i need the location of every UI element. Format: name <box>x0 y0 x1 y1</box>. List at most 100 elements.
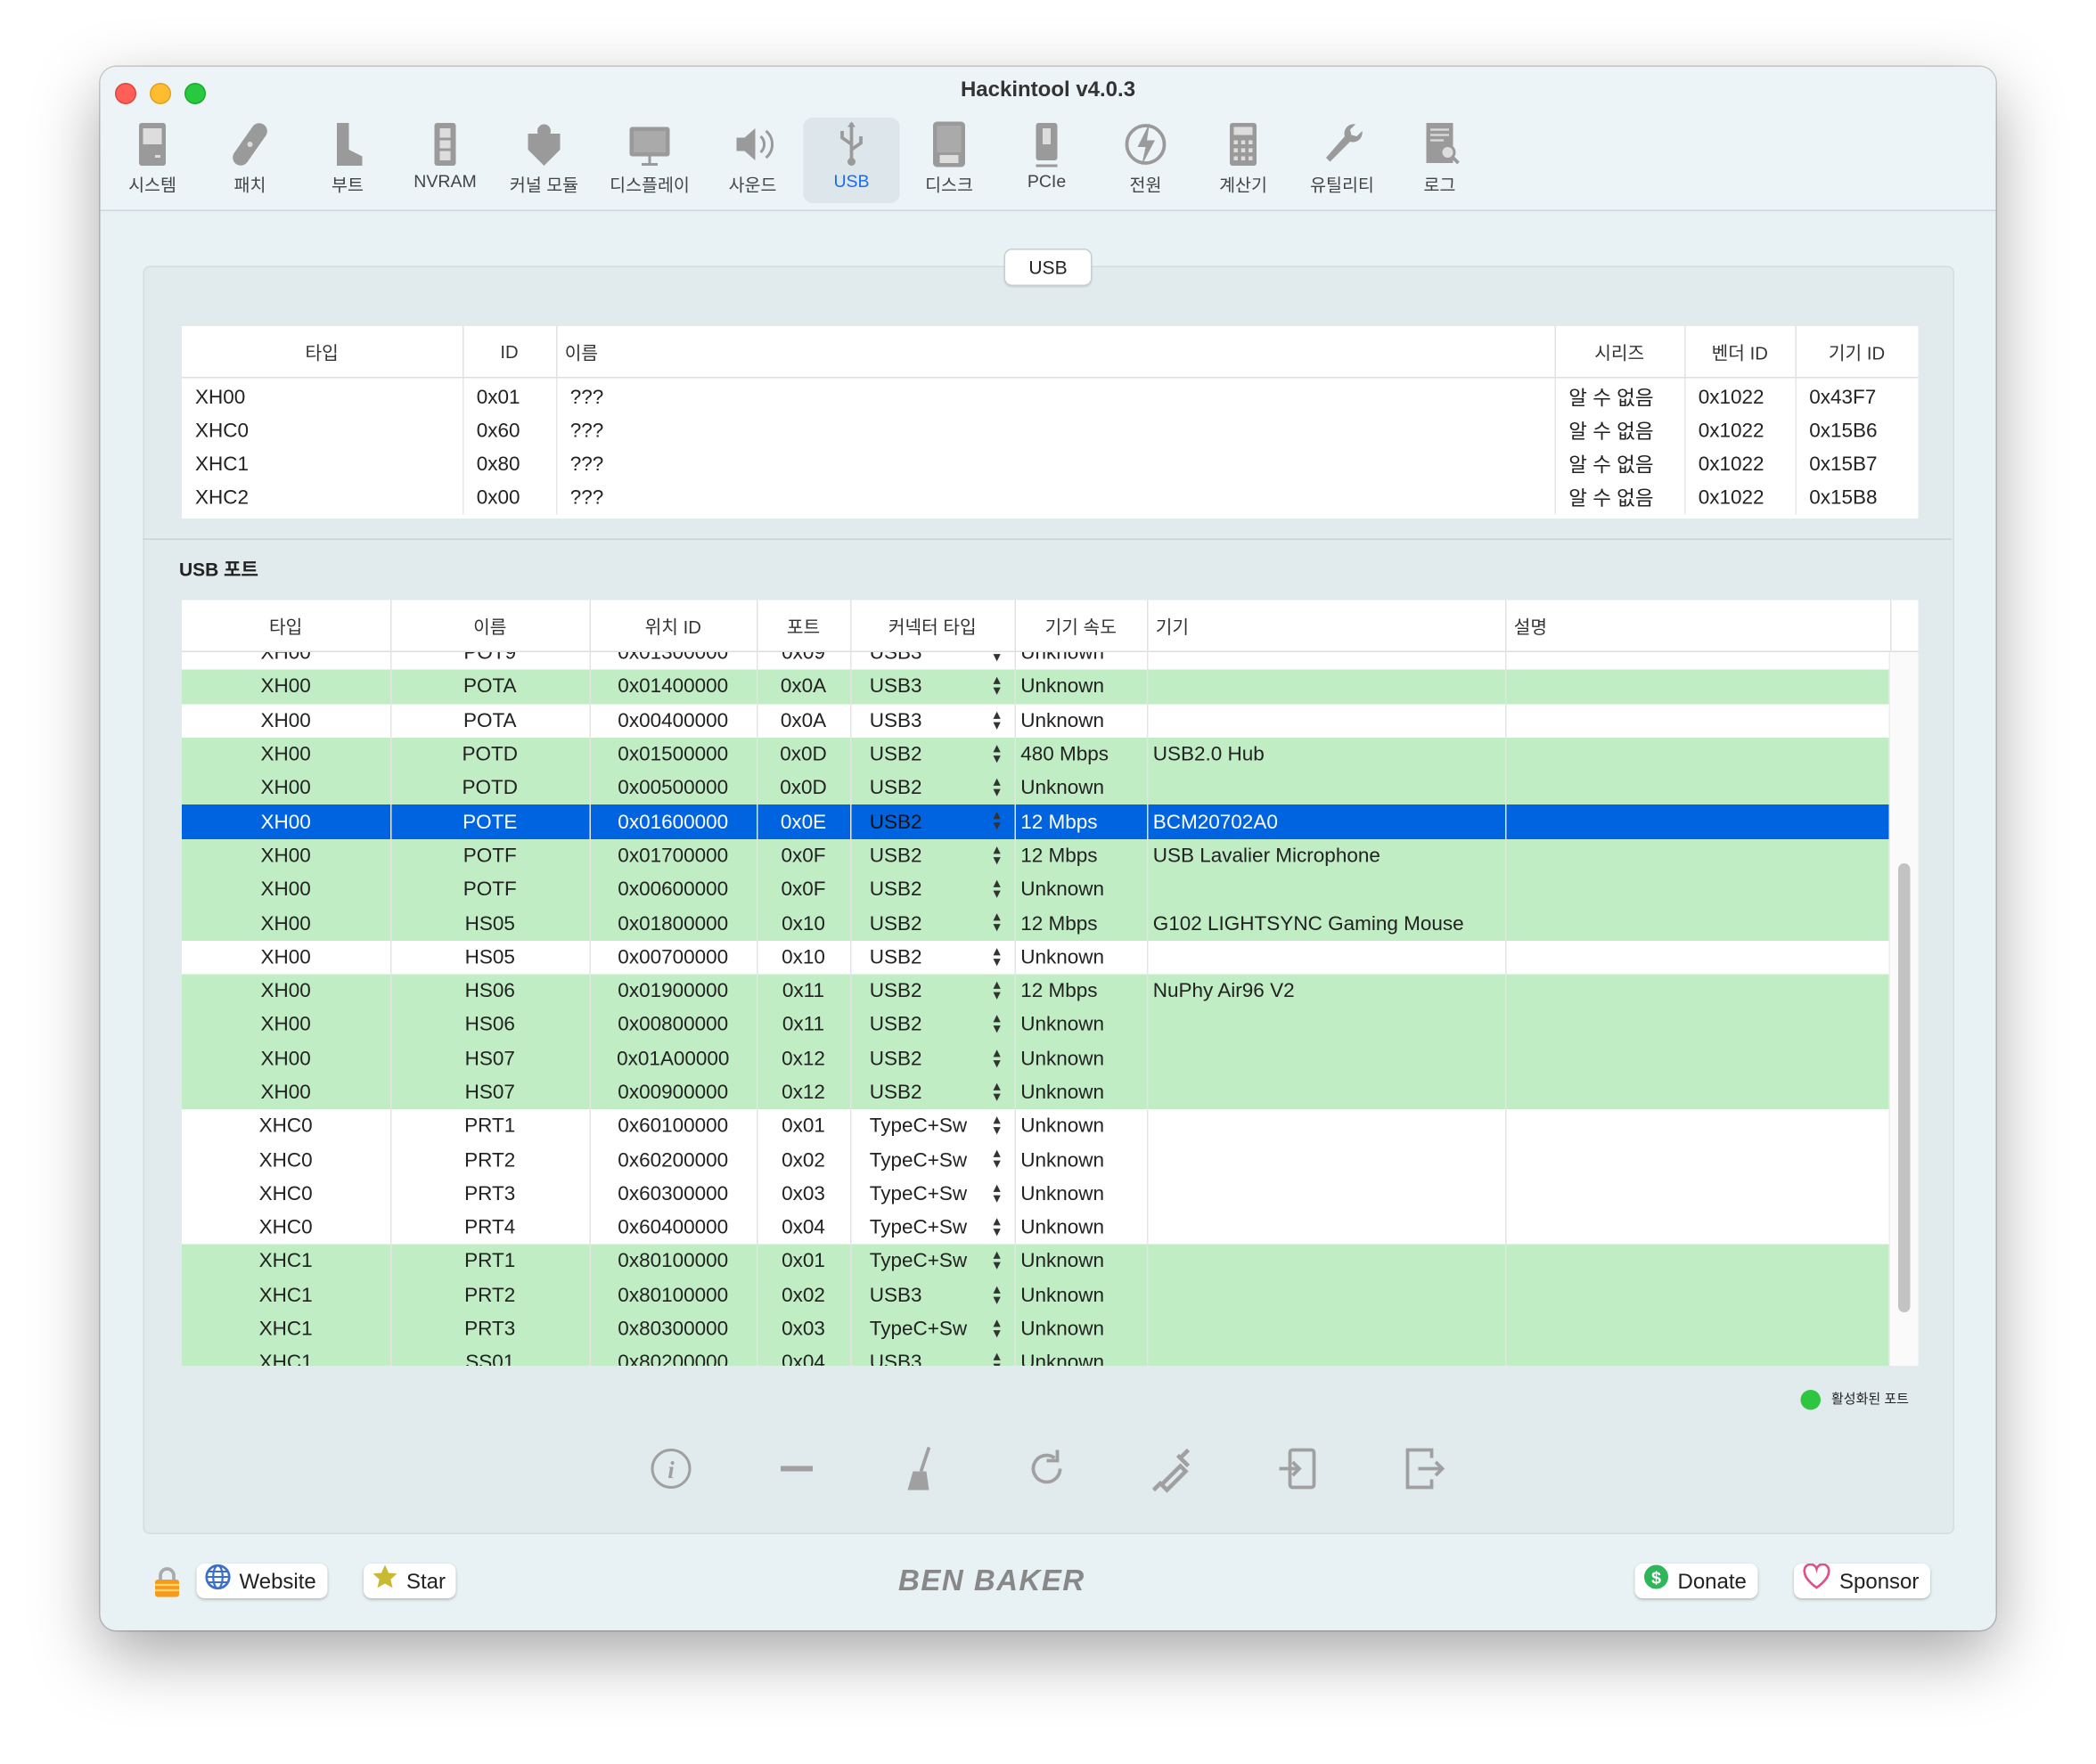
column-header[interactable]: 시리즈 <box>1554 326 1685 378</box>
port-row[interactable]: XHC0 PRT3 0x60300000 0x03 TypeC+Sw ▴ ▾ Unknown <box>182 1177 1891 1212</box>
connector-type-select[interactable]: USB2 ▴ ▾ <box>850 804 1016 839</box>
connector-type-select[interactable]: TypeC+Sw ▴ ▾ <box>850 1143 1016 1178</box>
connector-type-select[interactable]: TypeC+Sw ▴ ▾ <box>850 1177 1016 1212</box>
port-row[interactable]: XH00 POTA 0x01400000 0x0A USB3 ▴ ▾ Unknown <box>182 669 1891 704</box>
connector-type-select[interactable]: USB3 ▴▾ <box>850 703 1016 738</box>
port-row[interactable]: XHC0 PRT4 0x60400000 0x04 TypeC+Sw ▴ ▾ Unknown <box>182 1211 1891 1245</box>
column-header[interactable]: 기기 <box>1147 600 1506 652</box>
divider <box>143 538 1952 540</box>
port-row[interactable]: XHC1 PRT3 0x80300000 0x03 TypeC+Sw ▴ ▾ Unknown <box>182 1311 1891 1346</box>
port-row[interactable]: XH00 POTF 0x00600000 0x0F USB2 ▴ ▾ Unknown <box>182 872 1891 907</box>
toolbar-item-power[interactable]: 전원 <box>1098 118 1194 203</box>
connector-type-select[interactable]: USB3 ▴▾ <box>850 1278 1016 1312</box>
bandage-icon <box>233 123 267 166</box>
port-row[interactable]: XH00 POTE 0x01600000 0x0E USB2 ▴ ▾ 12 Mbps BCM20… <box>182 804 1891 839</box>
toolbar-item-pcie[interactable]: PCIe <box>999 118 1095 203</box>
import-button[interactable] <box>1274 1445 1322 1493</box>
toolbar-item-boot[interactable]: 부트 <box>299 118 396 203</box>
column-header[interactable]: 설명 <box>1505 600 1891 652</box>
table-cell <box>1505 1345 1891 1366</box>
table-cell: 0x60400000 <box>589 1211 757 1245</box>
connector-type-select[interactable]: USB2 ▴ ▾ <box>850 940 1016 975</box>
connector-type-select[interactable]: USB3 ▴▾ <box>850 1345 1016 1366</box>
table-cell <box>1505 1109 1891 1144</box>
column-header[interactable]: 포트 <box>757 600 851 652</box>
controller-row[interactable]: XHC0 0x60??? 알 수 없음 0x1022 0x15B6 <box>182 414 1919 448</box>
connector-type-select[interactable]: USB2 ▴ ▾ <box>850 906 1016 941</box>
port-row[interactable]: XH00 HS05 0x01800000 0x10 USB2 ▴ ▾ 12 Mbps G102 … <box>182 906 1891 941</box>
website-button[interactable]: Website <box>196 1564 327 1598</box>
connector-type-select[interactable]: TypeC+Sw ▴ ▾ <box>850 1245 1016 1278</box>
toolbar-item-bandage[interactable]: 패치 <box>202 118 299 203</box>
remove-button[interactable] <box>773 1445 821 1493</box>
port-row[interactable]: XH00 POTF 0x01700000 0x0F USB2 ▴ ▾ 12 Mbps USB L… <box>182 838 1891 873</box>
star-button[interactable]: Star <box>364 1564 457 1598</box>
toolbar-item-kext[interactable]: 커널 모듈 <box>496 118 593 203</box>
export-button[interactable] <box>1400 1445 1448 1493</box>
column-header[interactable]: 기기 속도 <box>1014 600 1148 652</box>
column-header[interactable]: 벤더 ID <box>1684 326 1797 378</box>
port-row[interactable]: XHC0 PRT2 0x60200000 0x02 TypeC+Sw ▴ ▾ Unknown <box>182 1143 1891 1178</box>
connector-type-select[interactable]: USB2 ▴ ▾ <box>850 872 1016 907</box>
port-row[interactable]: XH00 POTD 0x01500000 0x0D USB2 ▴ ▾ 480 Mbps USB2… <box>182 737 1891 772</box>
heart-icon <box>1802 1563 1831 1603</box>
toolbar-item-display[interactable]: 디스플레이 <box>602 118 698 203</box>
port-row[interactable]: XHC1 PRT1 0x80100000 0x01 TypeC+Sw ▴ ▾ Unknown <box>182 1245 1891 1278</box>
controller-row[interactable]: XHC1 0x80??? 알 수 없음 0x1022 0x15B7 <box>182 447 1919 481</box>
connector-type-select[interactable]: USB2 ▴ ▾ <box>850 737 1016 772</box>
lock-icon[interactable] <box>154 1566 181 1605</box>
donate-button[interactable]: $ Donate <box>1634 1564 1757 1598</box>
controller-row[interactable]: XHC2 0x00??? 알 수 없음 0x1022 0x15B8 <box>182 481 1919 515</box>
refresh-button[interactable] <box>1023 1445 1071 1493</box>
port-row[interactable]: XH00 HS07 0x01A00000 0x12 USB2 ▴ ▾ Unknown <box>182 1041 1891 1076</box>
toolbar-item-speaker[interactable]: 사운드 <box>705 118 801 203</box>
connector-type-select[interactable]: TypeC+Sw ▴ ▾ <box>850 1109 1016 1144</box>
table-cell: PRT4 <box>390 1211 591 1245</box>
injector-button[interactable] <box>1149 1445 1197 1493</box>
toolbar-item-memory[interactable]: NVRAM <box>397 118 494 203</box>
connector-type-select[interactable]: TypeC+Sw ▴ ▾ <box>850 1211 1016 1245</box>
column-header[interactable]: ID <box>463 326 557 378</box>
table-cell: 0x0E <box>757 804 851 839</box>
port-row[interactable]: XH00 HS07 0x00900000 0x12 USB2 ▴ ▾ Unknown <box>182 1075 1891 1110</box>
connector-type-select[interactable]: USB2 ▴ ▾ <box>850 838 1016 873</box>
column-header[interactable]: 위치 ID <box>589 600 757 652</box>
port-row[interactable]: XH00 HS06 0x01900000 0x11 USB2 ▴ ▾ 12 Mbps NuPhy… <box>182 974 1891 1009</box>
ports-scrollbar[interactable] <box>1888 649 1919 1366</box>
port-row[interactable]: XHC1SS010x802000000x04 USB3 ▴▾ Unknown <box>182 1345 1891 1366</box>
toolbar-item-usb[interactable]: USB <box>803 118 900 203</box>
broom-button[interactable] <box>897 1445 946 1493</box>
column-header[interactable]: 커넥터 타입 <box>850 600 1016 652</box>
toolbar-item-log[interactable]: 로그 <box>1392 118 1488 203</box>
toolbar-item-computer[interactable]: 시스템 <box>104 118 201 203</box>
tab-usb[interactable]: USB <box>1003 249 1093 286</box>
toolbar-item-wrench[interactable]: 유틸리티 <box>1294 118 1390 203</box>
scrollbar-thumb[interactable] <box>1898 863 1911 1312</box>
port-row[interactable]: XHC0 PRT1 0x60100000 0x01 TypeC+Sw ▴ ▾ Unknown <box>182 1109 1891 1144</box>
port-row[interactable]: XH00 POTD 0x00500000 0x0D USB2 ▴ ▾ Unknown <box>182 771 1891 805</box>
table-cell: Unknown <box>1014 940 1148 975</box>
info-button[interactable]: i <box>647 1445 695 1493</box>
port-row[interactable]: XH00 HS05 0x00700000 0x10 USB2 ▴ ▾ Unknown <box>182 940 1891 975</box>
column-header[interactable]: 기기 ID <box>1795 326 1919 378</box>
table-cell: 0x02 <box>757 1143 851 1178</box>
sponsor-button[interactable]: Sponsor <box>1794 1563 1930 1598</box>
connector-type-select[interactable]: USB2 ▴ ▾ <box>850 771 1016 805</box>
port-row[interactable]: XH00 POTA 0x00400000 0x0A USB3 ▴ ▾ Unknown <box>182 703 1891 738</box>
controller-row[interactable]: XH00 0x01??? 알 수 없음 0x1022 0x43F7 <box>182 377 1919 414</box>
column-header[interactable]: 이름 <box>556 326 1556 378</box>
connector-type-select[interactable]: USB2 ▴ ▾ <box>850 1075 1016 1110</box>
connector-type-select[interactable]: TypeC+Sw ▴ ▾ <box>850 1311 1016 1346</box>
column-header[interactable]: 타입 <box>182 600 391 652</box>
connector-type-select[interactable]: USB2 ▴ ▾ <box>850 1041 1016 1076</box>
column-header[interactable]: 타입 <box>182 326 463 378</box>
connector-type-select[interactable]: USB2 ▴ ▾ <box>850 974 1016 1009</box>
toolbar-item-disk[interactable]: 디스크 <box>901 118 997 203</box>
connector-type-select[interactable]: USB3 ▴▾ <box>850 669 1016 704</box>
column-header[interactable]: 이름 <box>390 600 591 652</box>
port-row[interactable]: XHC1 PRT2 0x80100000 0x02 USB3 ▴ ▾ Unknown <box>182 1278 1891 1312</box>
connector-type-select[interactable]: USB2 ▴ ▾ <box>850 1008 1016 1042</box>
toolbar-item-calculator[interactable]: 계산기 <box>1195 118 1291 203</box>
port-row[interactable]: XH00 HS06 0x00800000 0x11 USB2 ▴ ▾ Unknown <box>182 1008 1891 1042</box>
table-cell: 0x00500000 <box>589 771 757 805</box>
